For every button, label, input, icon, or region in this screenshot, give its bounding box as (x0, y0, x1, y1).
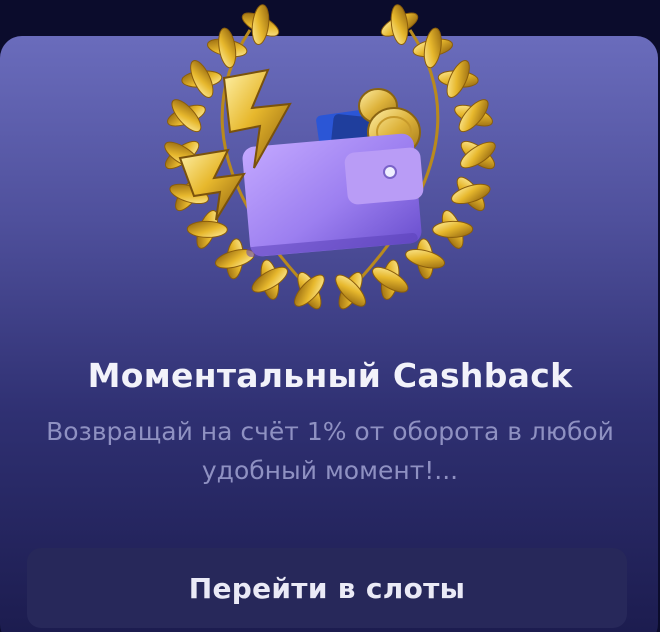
laurel-leaf (390, 4, 409, 45)
laurel-leaf (251, 4, 270, 45)
laurel-leaf (186, 220, 228, 238)
laurel-leaf (432, 220, 474, 238)
promo-description: Возвращай на счёт 1% от оборота в любой … (46, 417, 614, 485)
go-to-slots-button[interactable]: Перейти в слоты (27, 548, 627, 628)
laurel-leaf (218, 27, 237, 69)
wallet-icon (242, 133, 424, 258)
laurel-leaf (423, 27, 442, 69)
cashback-hero-illustration (150, 0, 510, 340)
screen: Моментальный Cashback Возвращай на счёт … (0, 0, 660, 632)
promo-title: Моментальный Cashback (87, 356, 573, 395)
